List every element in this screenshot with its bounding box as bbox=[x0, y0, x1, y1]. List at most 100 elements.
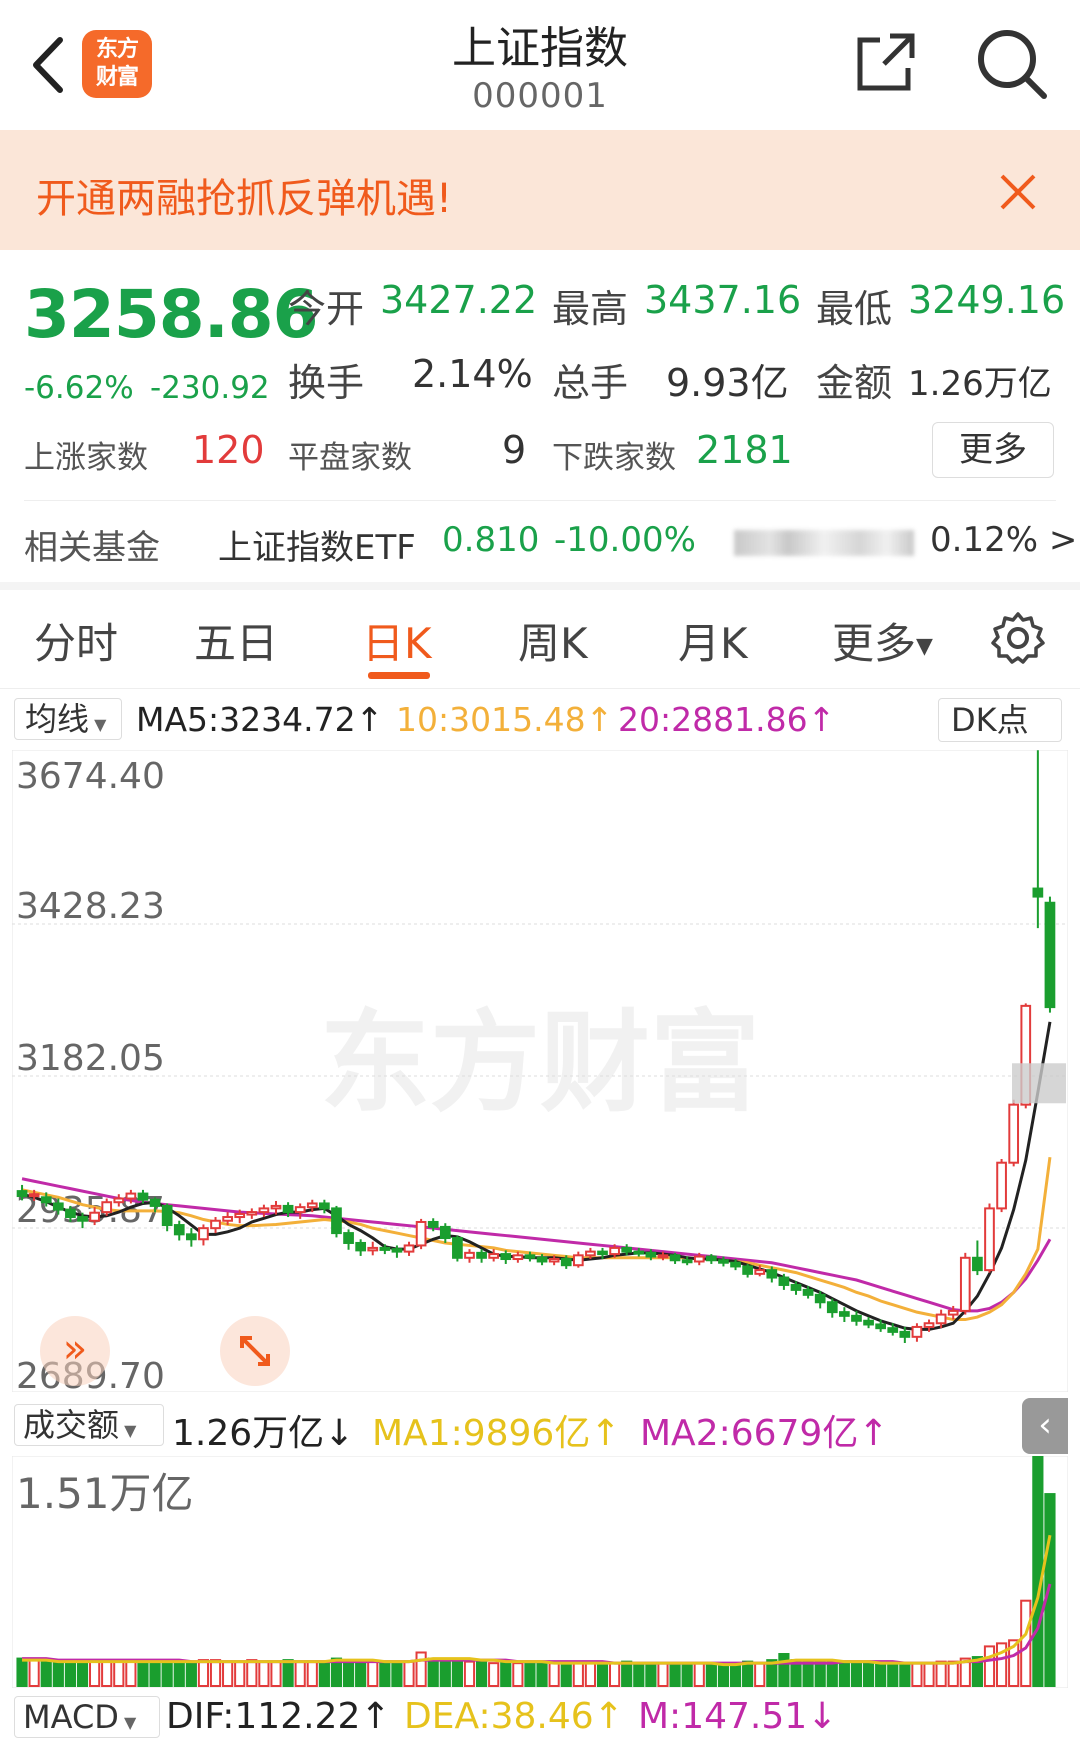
candle-body bbox=[476, 1251, 487, 1259]
candle-body bbox=[718, 1259, 729, 1264]
macd-dif-value: DIF:112.22↑ bbox=[166, 1696, 391, 1737]
candlestick bbox=[464, 1249, 475, 1263]
candlestick bbox=[343, 1229, 354, 1250]
volume-bar bbox=[355, 1660, 367, 1687]
promo-banner-text[interactable]: 开通两融抢抓反弹机遇! bbox=[36, 166, 452, 224]
related-fund-name[interactable]: 上证指数ETF bbox=[218, 520, 416, 569]
current-price: 3258.86 bbox=[24, 276, 319, 353]
share-icon[interactable] bbox=[854, 30, 918, 94]
flat-count-label: 平盘家数 bbox=[288, 440, 412, 476]
amount-label: 金额 bbox=[816, 361, 893, 405]
candle-body bbox=[657, 1254, 669, 1259]
macd-dea-value: DEA:38.46↑ bbox=[404, 1696, 624, 1737]
volume-bar bbox=[282, 1659, 294, 1687]
volume-bar bbox=[463, 1660, 476, 1687]
candle-body bbox=[403, 1244, 415, 1253]
candle-body bbox=[730, 1261, 741, 1268]
expand-icon[interactable] bbox=[220, 1316, 290, 1386]
volume-value: 9.93亿 bbox=[666, 361, 789, 405]
candle-body bbox=[766, 1269, 778, 1279]
page-title: 上证指数 bbox=[452, 23, 628, 74]
related-fund-extra[interactable]: 0.12% > bbox=[930, 520, 1077, 560]
volume-bar bbox=[125, 1659, 137, 1687]
candle-body bbox=[512, 1254, 524, 1261]
volume-bar bbox=[911, 1662, 923, 1687]
volume-bar bbox=[306, 1660, 318, 1687]
active-tab-underline bbox=[368, 672, 430, 679]
volume-bar bbox=[524, 1660, 536, 1687]
close-icon[interactable] bbox=[996, 170, 1040, 214]
candle-body bbox=[294, 1206, 306, 1214]
volume-bar bbox=[609, 1662, 621, 1687]
macd-selector-label: MACD bbox=[23, 1698, 119, 1736]
tab-intraday[interactable]: 分时 bbox=[34, 610, 118, 671]
kline-chart[interactable]: 东方财富3674.403428.233182.052935.872689.70 bbox=[12, 750, 1068, 1392]
collapse-panel-icon[interactable]: ‹ bbox=[1022, 1398, 1068, 1454]
candle-body bbox=[246, 1211, 258, 1216]
candle-body bbox=[669, 1254, 681, 1262]
volume-bar bbox=[669, 1662, 681, 1687]
tab-monthly-k[interactable]: 月K bbox=[678, 610, 748, 671]
ma-selector[interactable]: 均线 ▼ bbox=[14, 698, 122, 740]
volume-bar bbox=[645, 1662, 657, 1687]
candle-body bbox=[875, 1323, 887, 1330]
candle-body bbox=[524, 1254, 536, 1259]
tab-daily-k[interactable]: 日K bbox=[362, 610, 432, 671]
candle-body bbox=[16, 1190, 28, 1198]
candle-body bbox=[282, 1204, 294, 1214]
candlestick bbox=[500, 1250, 512, 1264]
up-count-label: 上涨家数 bbox=[24, 440, 148, 476]
macd-selector[interactable]: MACD ▼ bbox=[14, 1696, 160, 1738]
volume-bar bbox=[935, 1660, 947, 1687]
candle-body bbox=[911, 1325, 923, 1338]
volume-bar bbox=[89, 1660, 101, 1687]
volume-bar bbox=[657, 1662, 669, 1687]
promo-banner[interactable]: 开通两融抢抓反弹机遇! bbox=[0, 130, 1080, 250]
candlestick bbox=[476, 1249, 487, 1263]
candlestick bbox=[198, 1224, 209, 1246]
double-chevron-right-icon[interactable]: » bbox=[40, 1316, 110, 1386]
turnover-label: 换手 bbox=[288, 361, 365, 405]
tab-weekly-k[interactable]: 周K bbox=[518, 610, 588, 671]
candlestick bbox=[210, 1217, 221, 1234]
volume-bar bbox=[64, 1662, 77, 1687]
related-fund-price: 0.810 bbox=[442, 520, 540, 560]
vol_ma2-line bbox=[22, 1583, 1052, 1665]
volume-bar bbox=[681, 1663, 693, 1687]
search-icon[interactable] bbox=[974, 26, 1048, 100]
dk-point-button[interactable]: DK点 bbox=[938, 698, 1062, 742]
candle-body bbox=[391, 1248, 403, 1253]
candle-body bbox=[778, 1276, 790, 1286]
volume-bar bbox=[814, 1660, 826, 1687]
candle-body bbox=[959, 1256, 971, 1312]
candlestick bbox=[839, 1307, 850, 1323]
candlestick bbox=[1044, 896, 1056, 1013]
quote-more-button[interactable]: 更多 bbox=[932, 422, 1054, 478]
candle-body bbox=[536, 1256, 548, 1263]
candle-body bbox=[173, 1224, 185, 1236]
candle-body bbox=[415, 1220, 427, 1247]
high-label: 最高 bbox=[552, 287, 629, 331]
volume-bar bbox=[693, 1662, 705, 1687]
indicator-selector[interactable]: 成交额 ▼ bbox=[14, 1404, 164, 1446]
tab-more[interactable]: 更多▼ bbox=[832, 610, 933, 671]
volume-bar bbox=[754, 1662, 766, 1687]
tab-more-label: 更多 bbox=[832, 619, 917, 668]
candle-body bbox=[52, 1202, 64, 1211]
amount-value: 1.26万亿 bbox=[908, 364, 1052, 404]
volume-chart[interactable]: 1.51万亿 bbox=[12, 1456, 1068, 1688]
candlestick bbox=[911, 1323, 923, 1342]
y-tick-label: 3428.23 bbox=[16, 886, 165, 927]
high-value: 3437.16 bbox=[644, 278, 802, 322]
volume-bar bbox=[28, 1659, 40, 1687]
open-label: 今开 bbox=[288, 287, 365, 331]
candle-body bbox=[258, 1207, 270, 1214]
candle-body bbox=[947, 1309, 959, 1316]
volume-bar bbox=[451, 1657, 463, 1687]
gear-icon[interactable] bbox=[990, 610, 1046, 666]
volume-bar bbox=[185, 1660, 197, 1687]
y-tick-label: 3674.40 bbox=[16, 756, 165, 797]
tab-five-day[interactable]: 五日 bbox=[194, 610, 278, 671]
vol_ma1-line bbox=[22, 1534, 1052, 1667]
volume-bar bbox=[838, 1662, 850, 1687]
